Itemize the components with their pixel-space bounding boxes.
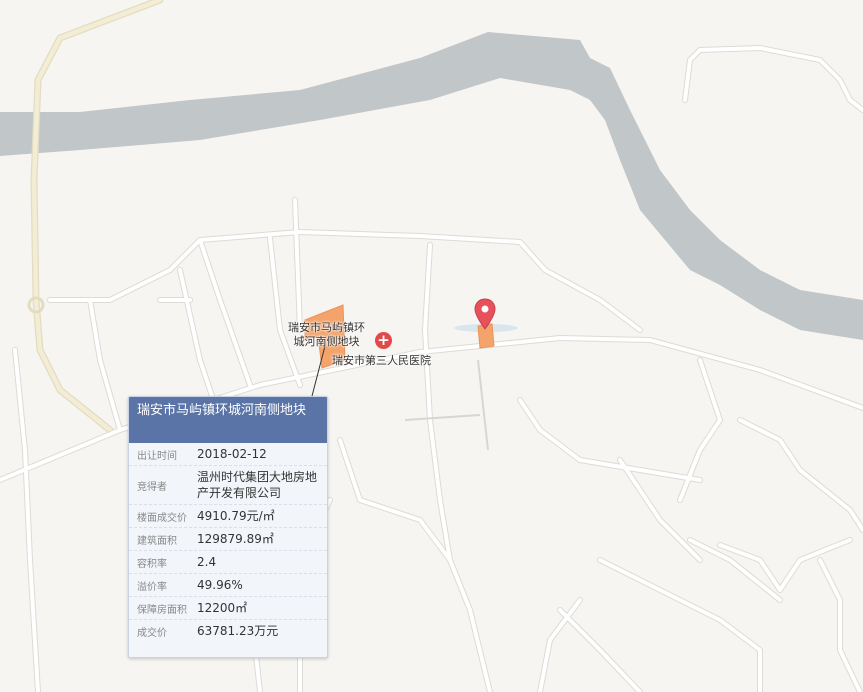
row-key: 建筑面积 [137, 535, 177, 547]
info-row: 建筑面积 129879.89㎡ [129, 528, 327, 551]
row-value: 2018-02-12 [197, 447, 267, 461]
info-row: 成交价 63781.23万元 [129, 620, 327, 642]
popup-title: 瑞安市马屿镇环城河南侧地块 [129, 397, 327, 443]
row-value: 49.96% [197, 578, 243, 592]
parcel-label[interactable]: 瑞安市马屿镇环 城河南侧地块 [288, 321, 365, 349]
row-value: 12200㎡ [197, 601, 248, 615]
hospital-icon[interactable]: + [375, 332, 392, 349]
map-marker-icon[interactable] [474, 298, 496, 330]
parcel-label-line2: 城河南侧地块 [293, 335, 360, 348]
row-key: 溢价率 [137, 581, 167, 593]
info-row: 保障房面积 12200㎡ [129, 597, 327, 620]
row-key: 成交价 [137, 627, 167, 639]
row-key: 容积率 [137, 558, 167, 570]
parcel-label-line1: 瑞安市马屿镇环 [288, 321, 365, 334]
poi-label-hospital[interactable]: 瑞安市第三人民医院 [332, 354, 431, 368]
row-value: 2.4 [197, 555, 217, 569]
row-value: 4910.79元/㎡ [197, 509, 275, 523]
row-key: 出让时间 [137, 450, 177, 462]
info-row: 楼面成交价 4910.79元/㎡ [129, 505, 327, 528]
info-row: 容积率 2.4 [129, 551, 327, 574]
info-row: 出让时间 2018-02-12 [129, 443, 327, 466]
row-value: 63781.23万元 [197, 624, 279, 638]
info-row: 溢价率 49.96% [129, 574, 327, 597]
info-row: 竞得者 温州时代集团大地房地产开发有限公司 [129, 466, 327, 505]
row-value: 129879.89㎡ [197, 532, 274, 546]
row-key: 楼面成交价 [137, 512, 187, 524]
row-key: 保障房面积 [137, 604, 187, 616]
row-key: 竞得者 [137, 481, 167, 493]
row-value: 温州时代集团大地房地产开发有限公司 [197, 470, 318, 500]
info-popup: 瑞安市马屿镇环城河南侧地块 出让时间 2018-02-12 竞得者 温州时代集团… [128, 396, 328, 658]
